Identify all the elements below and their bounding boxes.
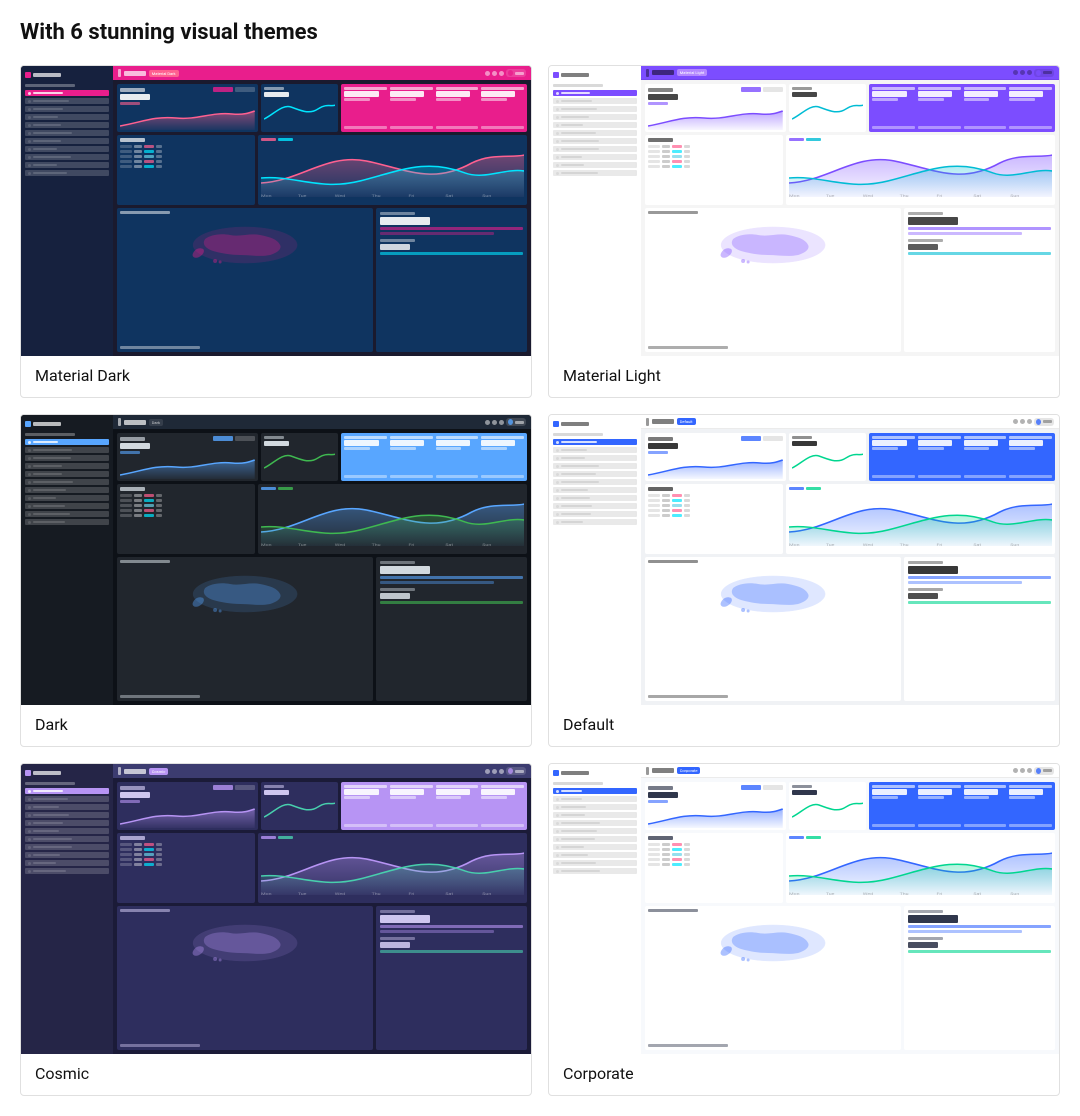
svg-text:Tue: Tue <box>825 194 834 197</box>
theme-card-corporate[interactable]: Corporate <box>548 763 1060 1096</box>
svg-text:Mon: Mon <box>261 892 272 895</box>
svg-text:Thu: Thu <box>371 543 380 546</box>
svg-text:Wed: Wed <box>334 892 345 895</box>
svg-text:Sat: Sat <box>445 892 453 895</box>
svg-text:Wed: Wed <box>862 892 873 895</box>
theme-preview-default: Default <box>549 415 1059 705</box>
svg-text:Tue: Tue <box>825 543 834 546</box>
svg-text:Fri: Fri <box>936 543 942 546</box>
svg-text:Tue: Tue <box>297 892 306 895</box>
svg-text:Sat: Sat <box>445 543 453 546</box>
theme-label-default: Default <box>549 705 1059 734</box>
theme-label-dark: Dark <box>21 705 531 734</box>
svg-text:Sun: Sun <box>482 892 491 895</box>
theme-preview-corporate: Corporate <box>549 764 1059 1054</box>
svg-text:Sun: Sun <box>1010 543 1019 546</box>
theme-preview-cosmic: Cosmic <box>21 764 531 1054</box>
theme-label-material-light: Material Light <box>549 356 1059 385</box>
svg-text:Sun: Sun <box>1010 194 1019 197</box>
svg-text:Mon: Mon <box>261 194 272 197</box>
svg-text:Mon: Mon <box>789 892 800 895</box>
svg-text:Fri: Fri <box>408 194 414 197</box>
theme-preview-material-dark: Material Dark <box>21 66 531 356</box>
svg-text:Fri: Fri <box>408 892 414 895</box>
svg-text:Sat: Sat <box>973 892 981 895</box>
svg-text:Thu: Thu <box>899 194 908 197</box>
svg-text:Sun: Sun <box>1010 892 1019 895</box>
svg-text:Mon: Mon <box>789 194 800 197</box>
theme-card-default[interactable]: Default <box>548 414 1060 747</box>
theme-card-dark[interactable]: Dark <box>20 414 532 747</box>
svg-text:Fri: Fri <box>936 194 942 197</box>
theme-preview-dark: Dark <box>21 415 531 705</box>
svg-text:Mon: Mon <box>789 543 800 546</box>
svg-text:Tue: Tue <box>825 892 834 895</box>
svg-text:Sun: Sun <box>482 543 491 546</box>
theme-label-material-dark: Material Dark <box>21 356 531 385</box>
theme-card-material-dark[interactable]: Material Dark <box>20 65 532 398</box>
svg-text:Fri: Fri <box>408 543 414 546</box>
svg-text:Wed: Wed <box>862 194 873 197</box>
theme-card-material-light[interactable]: Material Light <box>548 65 1060 398</box>
svg-text:Wed: Wed <box>334 543 345 546</box>
svg-text:Tue: Tue <box>297 194 306 197</box>
svg-text:Thu: Thu <box>899 892 908 895</box>
svg-text:Sat: Sat <box>445 194 453 197</box>
svg-text:Fri: Fri <box>936 892 942 895</box>
theme-preview-material-light: Material Light <box>549 66 1059 356</box>
svg-text:Sat: Sat <box>973 543 981 546</box>
svg-text:Thu: Thu <box>371 194 380 197</box>
svg-text:Sat: Sat <box>973 194 981 197</box>
page-title: With 6 stunning visual themes <box>20 20 1060 45</box>
themes-grid: Material Dark <box>20 65 1060 1096</box>
svg-text:Thu: Thu <box>371 892 380 895</box>
svg-text:Wed: Wed <box>334 194 345 197</box>
svg-text:Wed: Wed <box>862 543 873 546</box>
svg-text:Thu: Thu <box>899 543 908 546</box>
theme-card-cosmic[interactable]: Cosmic <box>20 763 532 1096</box>
theme-label-corporate: Corporate <box>549 1054 1059 1083</box>
theme-label-cosmic: Cosmic <box>21 1054 531 1083</box>
svg-text:Mon: Mon <box>261 543 272 546</box>
svg-text:Tue: Tue <box>297 543 306 546</box>
svg-text:Sun: Sun <box>482 194 491 197</box>
